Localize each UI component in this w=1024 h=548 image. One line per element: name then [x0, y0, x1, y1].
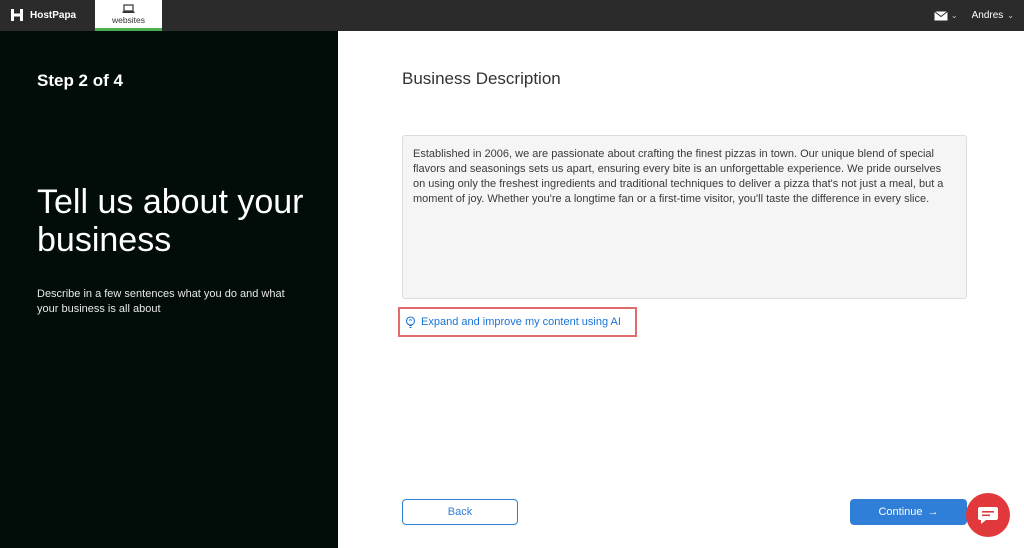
back-button[interactable]: Back — [402, 499, 518, 525]
hostpapa-logo-icon — [11, 9, 23, 21]
continue-label: Continue — [878, 506, 923, 518]
chat-bubble-icon — [978, 507, 998, 524]
tab-websites[interactable]: websites — [95, 0, 162, 31]
top-right-menu: ⌄ Andres ⌄ — [934, 0, 1014, 31]
lightbulb-icon — [405, 315, 416, 328]
chevron-down-icon: ⌄ — [950, 11, 958, 20]
back-label: Back — [447, 506, 473, 518]
continue-button[interactable]: Continue → — [850, 499, 967, 525]
user-menu[interactable]: Andres ⌄ — [972, 10, 1014, 21]
laptop-icon — [122, 3, 135, 13]
ai-improve-link[interactable]: Expand and improve my content using AI — [398, 307, 637, 337]
user-name: Andres — [971, 10, 1004, 21]
arrow-right-icon: → — [927, 506, 939, 518]
mail-menu[interactable]: ⌄ — [934, 10, 958, 21]
envelope-icon — [934, 10, 948, 20]
brand-name: HostPapa — [30, 9, 77, 21]
left-panel: Step 2 of 4 Tell us about your business … — [0, 31, 338, 548]
brand-logo[interactable]: HostPapa — [10, 6, 76, 24]
page-subtext: Describe in a few sentences what you do … — [37, 288, 285, 315]
tab-label: websites — [111, 14, 146, 25]
page-headline: Tell us about your business — [37, 183, 304, 259]
chat-button[interactable] — [966, 493, 1010, 537]
ai-link-label: Expand and improve my content using AI — [421, 316, 621, 328]
step-indicator: Step 2 of 4 — [37, 71, 123, 90]
section-title: Business Description — [402, 69, 561, 88]
business-description-input[interactable]: Established in 2006, we are passionate a… — [402, 135, 967, 299]
top-bar: HostPapa websites ⌄ Andres ⌄ — [0, 0, 1024, 31]
chevron-down-icon: ⌄ — [1007, 11, 1014, 20]
